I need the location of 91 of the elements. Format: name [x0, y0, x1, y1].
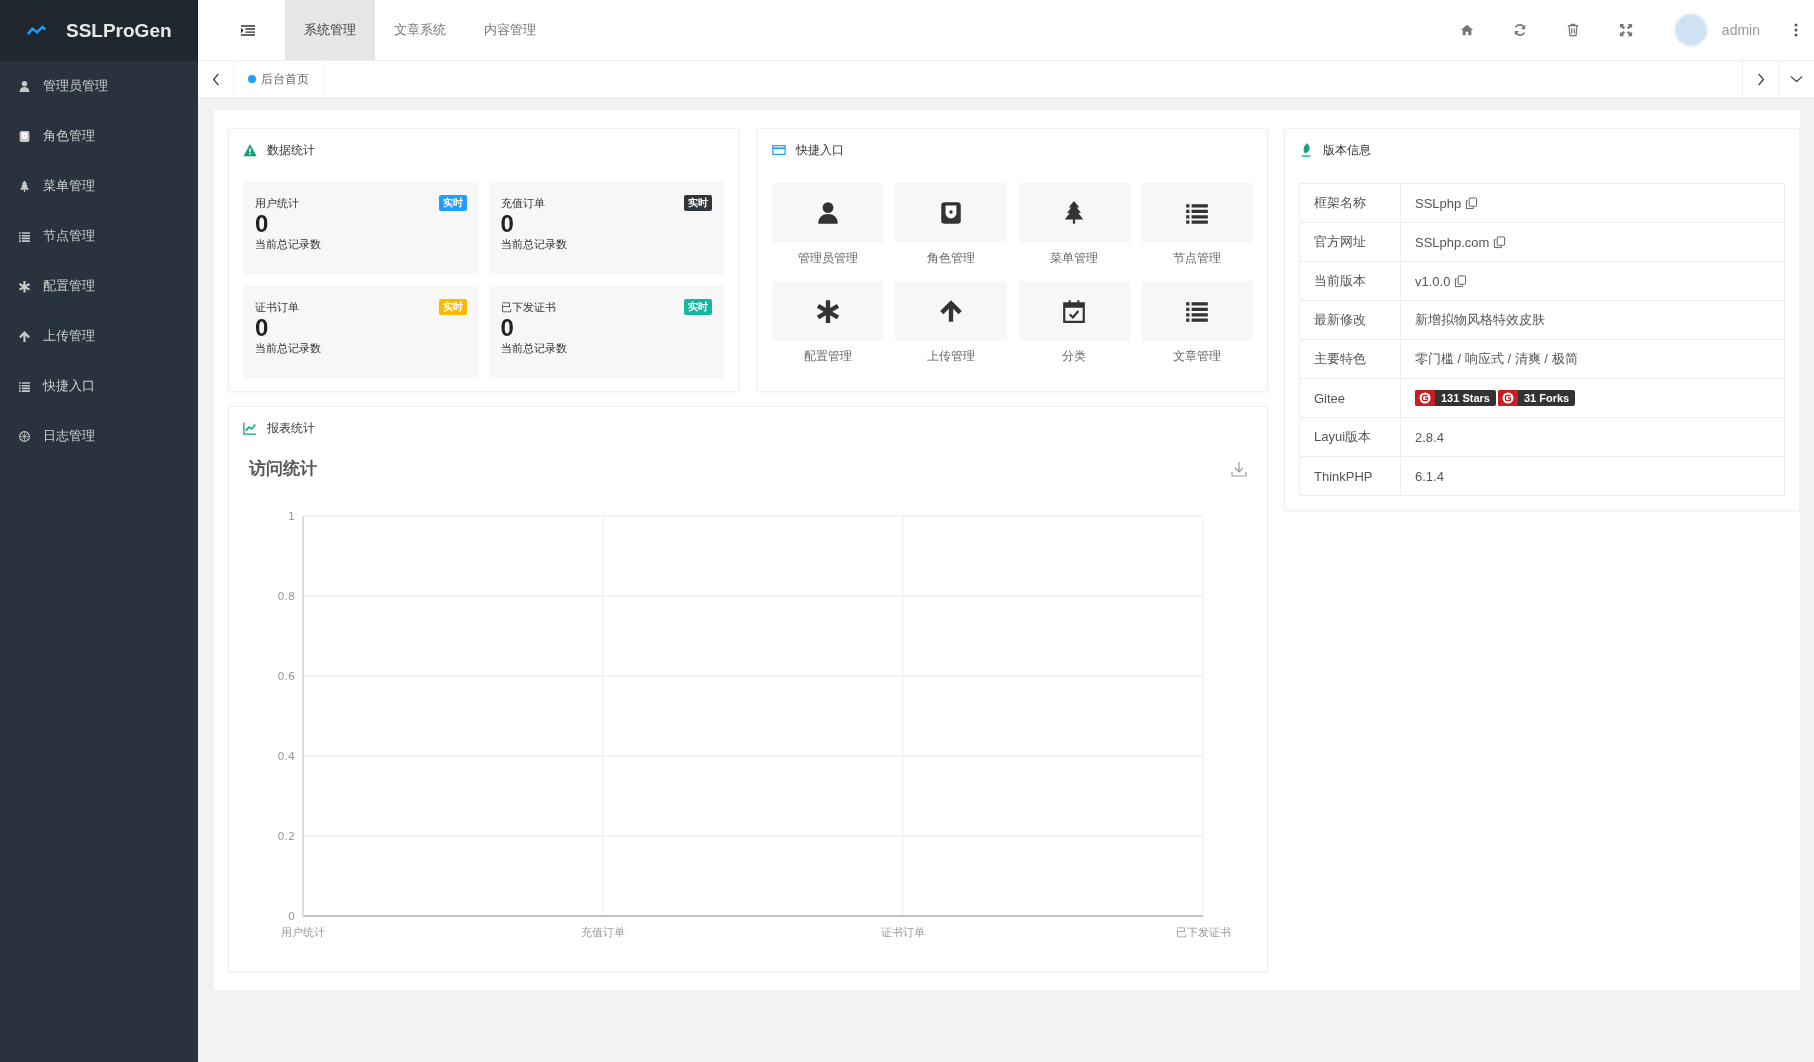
sidebar-item[interactable]: 日志管理 — [0, 411, 198, 461]
more-icon[interactable] — [1794, 23, 1798, 37]
live-badge: 实时 — [684, 195, 712, 211]
copy-icon[interactable] — [1454, 274, 1468, 288]
asterisk-icon — [814, 298, 841, 324]
table-cell: 6.1.4 — [1415, 468, 1444, 484]
stat-caption: 当前总记录数 — [255, 237, 322, 252]
fullscreen-icon[interactable] — [1618, 23, 1633, 37]
trash-icon[interactable] — [1565, 23, 1580, 37]
table-cell: ThinkPHP — [1299, 456, 1401, 496]
up-arrow-icon — [18, 329, 31, 343]
table-cell: 当前版本 — [1299, 261, 1401, 301]
y-tick-label: 0.2 — [277, 830, 295, 843]
list-icon — [18, 379, 31, 393]
copy-icon[interactable] — [1465, 196, 1479, 210]
stat-value: 0 — [500, 315, 515, 341]
live-badge: 实时 — [684, 299, 712, 315]
table-cell: 框架名称 — [1299, 183, 1401, 223]
x-tick-label: 充值订单 — [581, 926, 625, 939]
warning-icon — [243, 143, 257, 157]
list-icon — [18, 229, 31, 243]
stat-label: 充值订单 — [500, 195, 545, 211]
sidebar-item[interactable]: 菜单管理 — [0, 161, 198, 211]
card-icon — [772, 143, 786, 157]
sidebar-item[interactable]: 管理员管理 — [0, 61, 198, 111]
stat-value: 0 — [255, 315, 270, 341]
asterisk-icon — [18, 279, 31, 293]
x-tick-label: 用户统计 — [281, 926, 325, 939]
table-cell: 新增拟物风格特效皮肤 — [1415, 312, 1545, 327]
gitee-logo-icon — [1419, 391, 1431, 404]
download-icon[interactable] — [1231, 460, 1247, 477]
chevron-right-icon — [1756, 72, 1765, 86]
app-title: SSLProGen — [66, 19, 172, 42]
user-icon — [18, 79, 31, 93]
card-title: 快捷入口 — [796, 141, 844, 159]
leaf-icon — [1299, 143, 1313, 157]
y-tick-label: 1 — [288, 510, 295, 523]
log-icon — [18, 429, 31, 443]
x-tick-label: 证书订单 — [881, 926, 925, 939]
line-chart-icon — [243, 421, 257, 435]
y-tick-label: 0.8 — [277, 590, 295, 603]
refresh-icon[interactable] — [1512, 23, 1527, 37]
sidebar-item[interactable]: 上传管理 — [0, 311, 198, 361]
table-cell: 官方网址 — [1299, 222, 1401, 262]
chevron-down-icon — [1790, 75, 1803, 83]
table-cell: v1.0.0 — [1415, 273, 1451, 289]
table-cell: Gitee — [1299, 378, 1401, 418]
stat-caption: 当前总记录数 — [255, 341, 322, 356]
y-tick-label: 0.6 — [277, 670, 295, 683]
card-title: 报表统计 — [267, 419, 315, 437]
nav-tab[interactable]: 系统管理 — [285, 0, 375, 60]
stat-label: 用户统计 — [255, 195, 299, 211]
table-cell: 主要特色 — [1299, 339, 1401, 379]
copy-icon[interactable] — [1493, 235, 1507, 249]
sidebar-item[interactable]: 配置管理 — [0, 261, 198, 311]
x-tick-label: 已下发证书 — [1175, 926, 1231, 939]
sidebar-item[interactable]: 角色管理 — [0, 111, 198, 161]
stat-caption: 当前总记录数 — [500, 237, 568, 252]
table-cell: 零门槛 / 响应式 / 清爽 / 极简 — [1415, 351, 1578, 366]
menu-icon[interactable] — [241, 24, 255, 36]
sidebar-item[interactable]: 节点管理 — [0, 211, 198, 261]
gitee-badge[interactable]: 31 Forks — [1497, 389, 1576, 406]
nav-tab[interactable]: 内容管理 — [465, 0, 555, 60]
wave-logo-icon — [26, 25, 48, 36]
y-tick-label: 0.4 — [277, 750, 295, 763]
live-badge: 实时 — [438, 299, 467, 315]
stat-label: 证书订单 — [255, 299, 299, 315]
table-cell: Layui版本 — [1299, 417, 1401, 457]
stat-value: 0 — [255, 211, 270, 237]
home-icon[interactable] — [1459, 23, 1474, 37]
gitee-logo-icon — [1501, 391, 1514, 404]
stat-label: 已下发证书 — [500, 299, 556, 315]
table-cell: 2.8.4 — [1415, 429, 1444, 445]
nav-tab[interactable]: 文章系统 — [375, 0, 465, 60]
card-title: 数据统计 — [267, 141, 315, 159]
chevron-left-icon — [211, 72, 220, 86]
live-badge: 实时 — [438, 195, 467, 211]
table-cell: 最新修改 — [1299, 300, 1401, 340]
stat-caption: 当前总记录数 — [500, 341, 568, 356]
table-cell: SSLphp — [1415, 195, 1462, 211]
gitee-badge[interactable]: 131 Stars — [1415, 389, 1496, 406]
table-cell: SSLphp.com — [1415, 234, 1490, 250]
tree-icon — [18, 179, 31, 193]
chart-title: 访问统计 — [249, 457, 317, 480]
page-tab[interactable]: 后台首页 — [233, 61, 324, 97]
y-tick-label: 0 — [288, 910, 295, 923]
sidebar-item[interactable]: 快捷入口 — [0, 361, 198, 411]
badge-icon — [18, 129, 31, 143]
calendar-check-icon — [1061, 298, 1088, 324]
card-title: 版本信息 — [1323, 141, 1371, 159]
stat-value: 0 — [500, 211, 515, 237]
